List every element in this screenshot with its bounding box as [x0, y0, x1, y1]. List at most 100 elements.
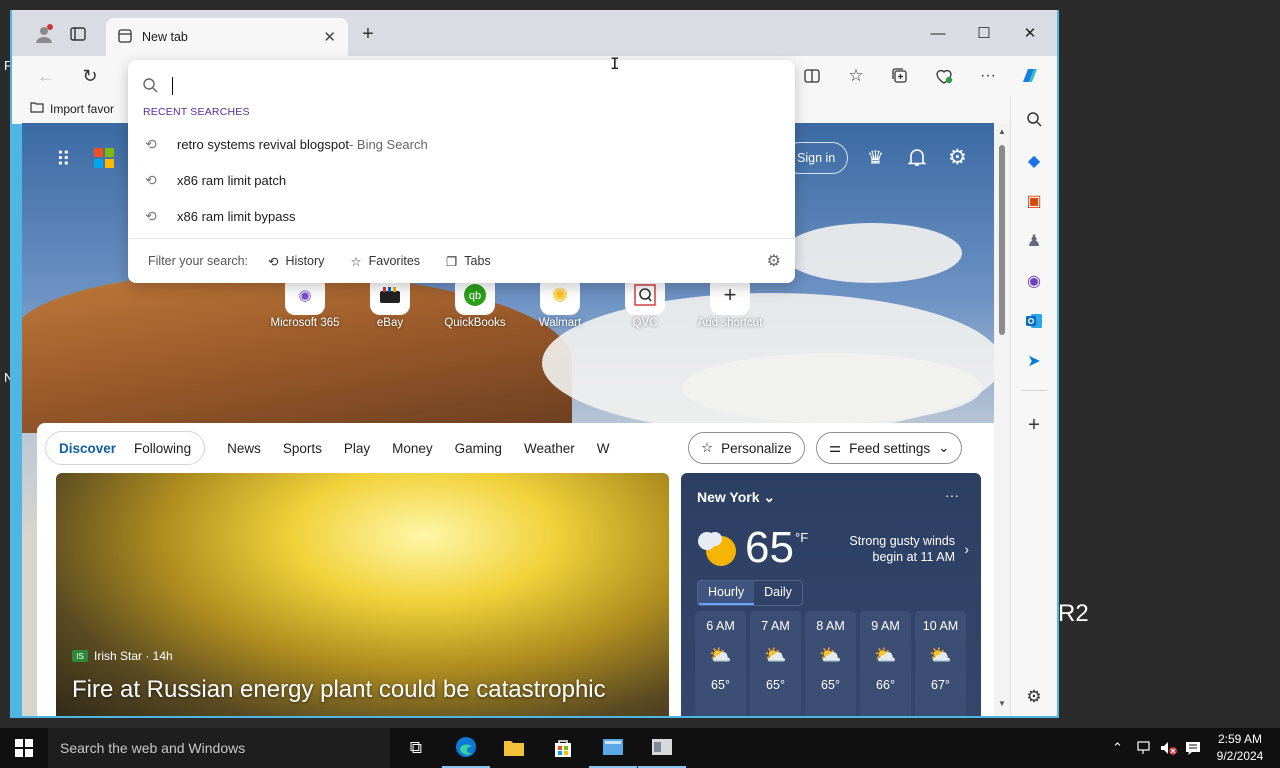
minimize-button[interactable]: — [915, 18, 961, 48]
nav-news[interactable]: News [227, 441, 261, 456]
rewards-icon[interactable]: ♛ [867, 147, 884, 170]
refresh-icon[interactable]: ↻ [76, 62, 104, 90]
chevron-right-icon[interactable]: › [964, 541, 969, 557]
sidebar-settings-gear-icon[interactable]: ⚙ [1021, 684, 1047, 710]
hour-temp: 65° [766, 678, 785, 692]
new-tab-button[interactable]: + [354, 20, 382, 48]
system-clock[interactable]: 2:59 AM 9/2/2024 [1212, 731, 1268, 765]
start-windows-icon[interactable] [0, 728, 48, 768]
address-bar-input[interactable] [142, 68, 782, 104]
hour-time: 8 AM [816, 619, 845, 633]
import-favorites-link[interactable]: Import favor [30, 101, 114, 116]
quick-link-label: Microsoft 365 [270, 317, 340, 329]
sidebar-tools-briefcase-icon[interactable]: ▣ [1021, 188, 1047, 214]
sidebar-microsoft-365-icon[interactable]: ◉ [1021, 268, 1047, 294]
star-icon: ☆ [350, 254, 362, 269]
chevron-down-icon: ⌄ [938, 440, 950, 455]
control-panel-icon[interactable] [589, 728, 637, 768]
weather-location[interactable]: New York ⌄ [697, 489, 775, 506]
action-center-icon[interactable] [1185, 728, 1201, 768]
filter-tabs[interactable]: ❐ Tabs [446, 254, 491, 269]
partly-cloudy-icon: ⛅ [929, 645, 952, 665]
taskbar-search-input[interactable]: Search the web and Windows [48, 728, 390, 768]
sidebar-divider [1021, 390, 1047, 391]
tab-hourly[interactable]: Hourly [698, 581, 755, 605]
search-icon [142, 77, 158, 96]
feed-settings-button[interactable]: ⚌ Feed settings ⌄ [816, 432, 963, 464]
hour-time: 9 AM [871, 619, 900, 633]
close-window-button[interactable]: ✕ [1007, 18, 1053, 48]
nav-sports[interactable]: Sports [283, 441, 322, 456]
sidebar-search-icon[interactable] [1021, 106, 1047, 132]
hour-temp: 66° [876, 678, 895, 692]
filter-tabs-label: Tabs [464, 254, 491, 268]
hour-temp: 65° [711, 678, 730, 692]
network-icon[interactable] [1137, 728, 1153, 768]
nav-weather[interactable]: Weather [524, 441, 575, 456]
tab-following[interactable]: Following [125, 441, 200, 456]
page-settings-gear-icon[interactable]: ⚙ [948, 145, 967, 170]
task-view-icon[interactable]: ⧉ [392, 728, 440, 768]
nav-play[interactable]: Play [344, 441, 370, 456]
suggestion-item[interactable]: ⟲ x86 ram limit patch [128, 162, 795, 198]
tray-up-arrow-icon[interactable]: ⌃ [1112, 728, 1123, 768]
copilot-icon[interactable] [1016, 62, 1044, 90]
filter-history[interactable]: ⟲ History [268, 254, 324, 269]
suggestion-item[interactable]: ⟲ x86 ram limit bypass [128, 198, 795, 234]
scroll-up-icon[interactable]: ▲ [998, 127, 1006, 136]
hour-temp: 67° [931, 678, 950, 692]
scrollbar-thumb[interactable] [999, 145, 1005, 335]
sidebar-games-icon[interactable]: ♟ [1021, 228, 1047, 254]
news-feed-panel: Discover Following News Sports Play Mone… [37, 423, 994, 716]
browser-essentials-icon[interactable] [930, 62, 958, 90]
page-scrollbar[interactable]: ▲ ▼ [994, 123, 1010, 716]
tab-daily[interactable]: Daily [754, 581, 802, 605]
profile-icon[interactable] [30, 20, 58, 48]
filter-settings-gear-icon[interactable]: ⚙ [767, 251, 781, 271]
personalize-star-icon: ☆ [701, 440, 714, 455]
tab-discover[interactable]: Discover [50, 441, 125, 456]
feed-settings-label: Feed settings [849, 440, 931, 456]
nav-gaming[interactable]: Gaming [455, 441, 502, 456]
filter-favorites[interactable]: ☆ Favorites [350, 254, 420, 269]
background-cloud [782, 223, 962, 283]
suggestion-item[interactable]: ⟲ retro systems revival blogspot - Bing … [128, 126, 795, 162]
volume-muted-icon[interactable] [1160, 728, 1178, 768]
scroll-down-icon[interactable]: ▼ [998, 699, 1006, 708]
quick-link-label: QVC [632, 317, 658, 329]
nav-money[interactable]: Money [392, 441, 433, 456]
tabs-icon: ❐ [446, 254, 458, 269]
personalize-button[interactable]: ☆ Personalize [688, 432, 805, 464]
favorites-icon[interactable]: ☆ [842, 62, 870, 90]
system-app-icon[interactable] [638, 728, 686, 768]
history-icon: ⟲ [145, 135, 157, 152]
history-icon: ⟲ [268, 254, 279, 269]
notifications-bell-icon[interactable] [907, 147, 927, 170]
nav-more-truncated[interactable]: W [597, 441, 610, 456]
close-tab-icon[interactable]: ✕ [323, 28, 336, 46]
weather-tabs: Hourly Daily [697, 580, 803, 606]
current-temperature: 65 [745, 523, 794, 572]
more-options-icon[interactable]: ··· [974, 62, 1002, 90]
workspaces-icon[interactable] [64, 20, 92, 48]
quick-link-label: eBay [376, 317, 404, 329]
edge-sidebar: ◆ ▣ ♟ ◉ ➤ + ⚙ [1010, 96, 1057, 716]
file-explorer-icon[interactable] [490, 728, 538, 768]
sidebar-shopping-tag-icon[interactable]: ◆ [1021, 148, 1047, 174]
edge-taskbar-icon[interactable] [442, 728, 490, 768]
personalize-label: Personalize [721, 440, 792, 456]
tab-new-tab[interactable]: New tab ✕ [106, 18, 348, 56]
weather-card[interactable]: New York ⌄ ··· 65 °F Strong gusty winds … [681, 473, 981, 716]
sidebar-add-icon[interactable]: + [1021, 412, 1047, 438]
collections-icon[interactable] [886, 62, 914, 90]
suggestion-source: - Bing Search [348, 136, 428, 152]
hero-news-card[interactable]: IS Irish Star · 14h Fire at Russian ener… [56, 473, 669, 716]
sidebar-outlook-icon[interactable] [1021, 308, 1047, 334]
maximize-button[interactable]: ☐ [961, 18, 1007, 48]
split-screen-icon[interactable] [798, 62, 826, 90]
back-icon[interactable]: ← [32, 62, 60, 90]
more-options-icon[interactable]: ··· [945, 487, 959, 503]
sidebar-drop-icon[interactable]: ➤ [1021, 348, 1047, 374]
apps-grid-icon[interactable]: ⠿ [56, 147, 71, 172]
store-icon[interactable] [539, 728, 587, 768]
